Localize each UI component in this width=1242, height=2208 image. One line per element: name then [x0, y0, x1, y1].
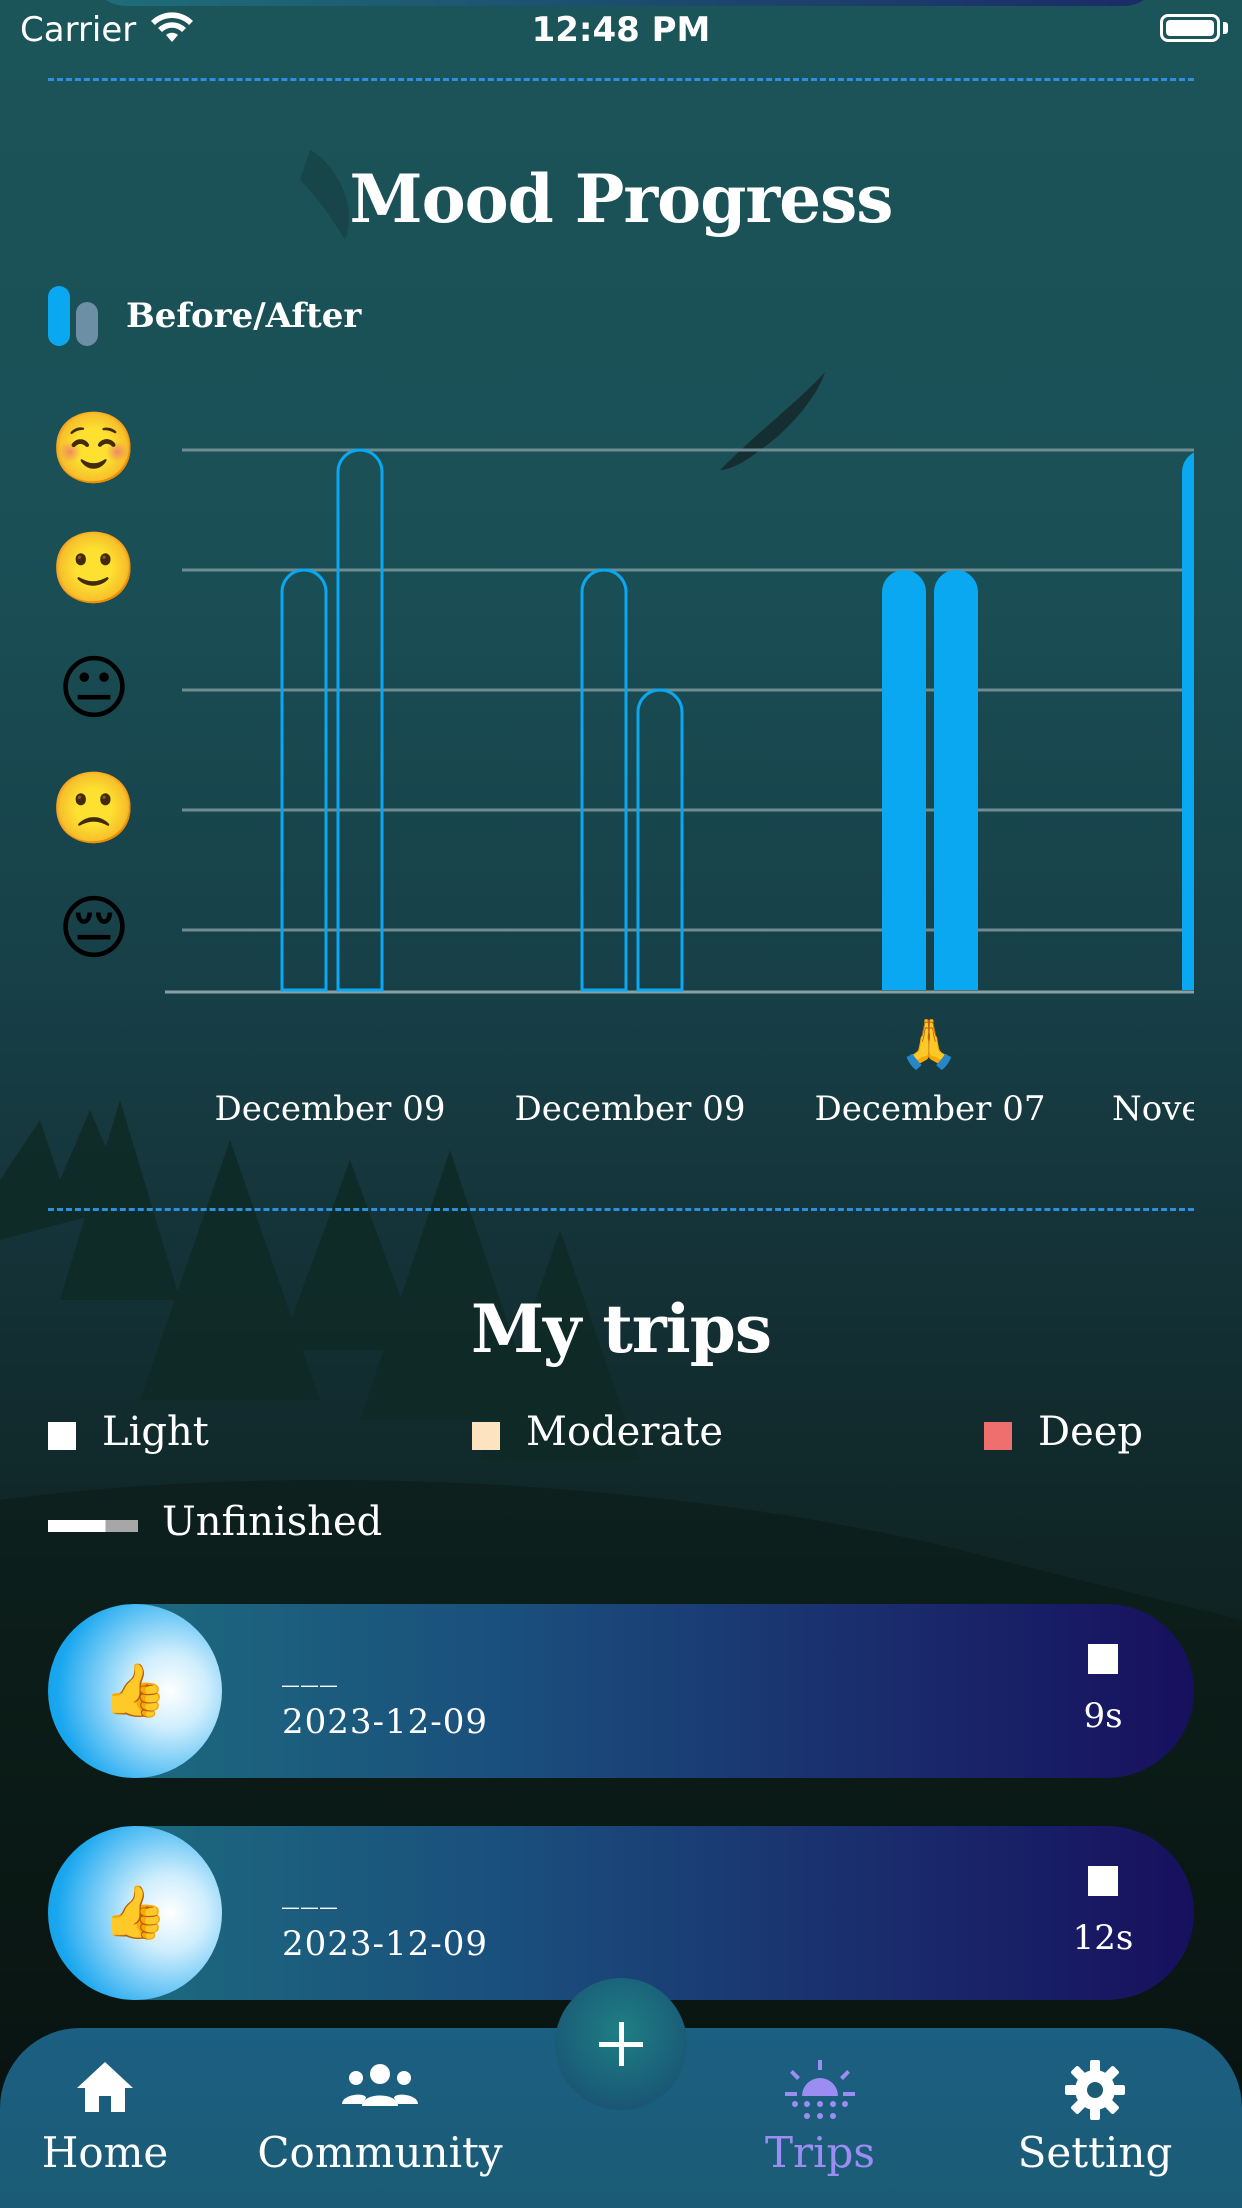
mood-progress-title: Mood Progress: [349, 160, 894, 238]
mood-bar: [1182, 452, 1194, 990]
tab-setting[interactable]: Setting: [1010, 2028, 1180, 2208]
battery-icon: [1160, 14, 1220, 42]
tab-setting-label: Setting: [1017, 2128, 1173, 2177]
mood-level-label: 🙁: [50, 767, 137, 849]
tick-label: December 07: [815, 1089, 1046, 1129]
mood-bar: [934, 570, 978, 990]
mood-chart-svg: 😔 🙁 😐 🙂 ☺️ December 09 December 09 🙏 December 07…: [50, 407, 1202, 1129]
community-icon: [342, 2064, 418, 2106]
stop-icon: [1088, 1644, 1118, 1674]
clock: 12:48 PM: [531, 10, 711, 50]
trip-name: ___: [282, 1870, 339, 1910]
gear-icon: [1065, 2060, 1125, 2120]
legend-unfinished-swatch: [48, 1520, 138, 1532]
legend-moderate-swatch: [472, 1422, 500, 1450]
divider-top: [48, 78, 1194, 81]
before-after-label: Before/After: [126, 296, 362, 336]
tick-label: December 09: [215, 1089, 446, 1129]
mood-level-label: 🙂: [50, 527, 137, 609]
thumbs-up-icon: 👍: [102, 1883, 168, 1943]
trip-date: 2023-12-09: [282, 1924, 489, 1964]
tab-trips-label: Trips: [765, 2128, 875, 2177]
mood-level-label: 😐: [58, 647, 131, 729]
trip-card[interactable]: 👍 ___ 2023-12-09 12s: [48, 1826, 1194, 2000]
legend-moderate-label: Moderate: [526, 1409, 724, 1455]
battery-tip: [1223, 22, 1228, 34]
mood-bar: [336, 448, 384, 992]
tab-community-label: Community: [257, 2128, 503, 2177]
legend-light-label: Light: [102, 1409, 209, 1455]
tab-trips[interactable]: Trips: [740, 2028, 900, 2208]
legend-unfinished-label: Unfinished: [162, 1499, 383, 1545]
before-after-bars-icon: [48, 286, 98, 346]
trip-duration: 12s: [1072, 1918, 1134, 1958]
trip-card[interactable]: 👍 ___ 2023-12-09 9s: [48, 1604, 1194, 1778]
trip-mood-badge: 👍: [48, 1604, 222, 1778]
trip-duration: 9s: [1083, 1696, 1123, 1736]
status-bar: Carrier 12:48 PM: [0, 0, 1242, 62]
thumbs-up-icon: 👍: [102, 1661, 168, 1721]
tick-label: Nove: [1112, 1089, 1202, 1129]
divider-middle: [48, 1208, 1194, 1211]
mood-bar: [580, 568, 628, 992]
legend-deep-label: Deep: [1038, 1409, 1144, 1455]
tick-label: December 09: [515, 1089, 746, 1129]
trip-mood-badge: 👍: [48, 1826, 222, 2000]
trip-date: 2023-12-09: [282, 1702, 489, 1742]
mood-bar: [882, 570, 926, 990]
home-icon: [77, 2062, 133, 2112]
legend-light-swatch: [48, 1422, 76, 1450]
legend-deep-swatch: [984, 1422, 1012, 1450]
tab-home[interactable]: Home: [20, 2028, 190, 2208]
stop-icon: [1088, 1866, 1118, 1896]
add-trip-button[interactable]: [555, 1978, 687, 2110]
mood-bar: [280, 568, 328, 992]
my-trips-title: My trips: [470, 1290, 772, 1368]
sunrise-icon: [785, 2060, 855, 2119]
trip-name: ___: [282, 1648, 339, 1688]
mood-level-label: 😔: [58, 887, 131, 969]
mood-bar: [636, 688, 684, 992]
tab-community[interactable]: Community: [250, 2028, 510, 2208]
mood-level-label: ☺️: [50, 407, 137, 489]
tab-home-label: Home: [41, 2128, 169, 2177]
category-marker: 🙏: [899, 1016, 959, 1072]
mood-chart: 😔 🙁 😐 🙂 ☺️ December 09 December 09 🙏 December 07…: [0, 380, 1242, 1140]
